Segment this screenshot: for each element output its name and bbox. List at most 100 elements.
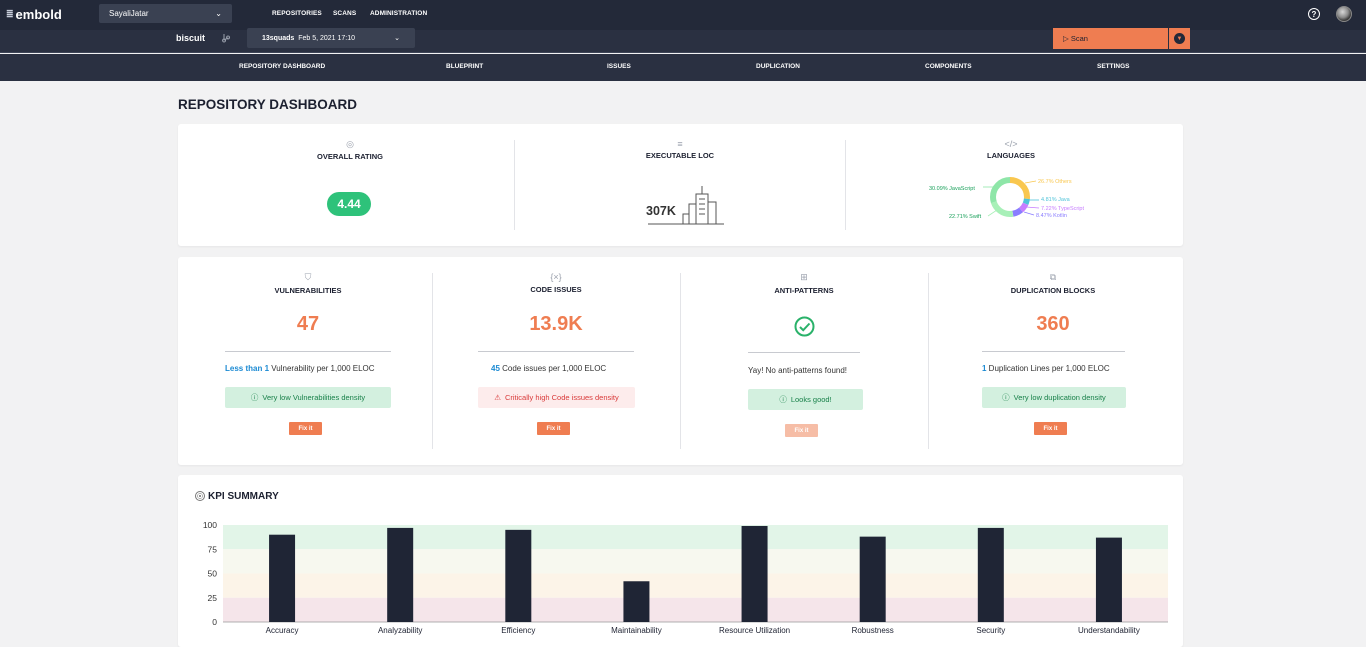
x-tick-label: Security xyxy=(976,626,1005,635)
divider xyxy=(432,273,433,449)
x-tick-label: Efficiency xyxy=(501,626,535,635)
copy-icon: ⧉ xyxy=(1049,272,1057,282)
kpi-bar xyxy=(741,525,768,622)
tab-bar xyxy=(0,54,1366,81)
y-tick-label: 100 xyxy=(203,520,217,530)
warning-icon: ⚠ xyxy=(494,393,501,402)
kpi-bar xyxy=(387,527,414,622)
y-tick-label: 0 xyxy=(212,617,217,627)
x-tick-label: Resource Utilization xyxy=(719,626,790,635)
divider xyxy=(514,140,515,230)
overall-rating-badge[interactable]: 4.44 xyxy=(327,192,371,216)
check-circle-icon xyxy=(794,316,815,337)
kpi-bar xyxy=(977,527,1004,622)
scan-select[interactable]: 13squads Feb 5, 2021 17:10 ⌄ xyxy=(247,28,415,48)
x-tick-label: Accuracy xyxy=(266,626,299,635)
vulnerabilities-status-badge: ⓘ Very low Vulnerabilities density xyxy=(225,387,391,408)
vulnerabilities-value[interactable]: 47 xyxy=(258,313,358,336)
kpi-summary-title: KPI SUMMARY xyxy=(208,491,279,502)
vulnerabilities-density-text: Vulnerability per 1,000 ELOC xyxy=(269,364,375,373)
chevron-down-icon: ⌄ xyxy=(215,9,222,18)
scan-options-button[interactable]: ▼ xyxy=(1169,28,1190,49)
duplication-blocks-title: DUPLICATION BLOCKS xyxy=(1010,286,1096,295)
code-issues-value[interactable]: 13.9K xyxy=(496,313,616,336)
duplication-fix-button[interactable]: Fix it xyxy=(1034,422,1067,435)
duplication-badge-label: Very low duplication density xyxy=(1013,393,1106,402)
chevron-down-icon: ⌄ xyxy=(394,35,400,42)
repo-icon[interactable] xyxy=(221,33,231,43)
vulnerabilities-fix-button[interactable]: Fix it xyxy=(289,422,322,435)
code-issues-density-text: Code issues per 1,000 ELOC xyxy=(499,364,607,373)
code-issues-badge-label: Critically high Code issues density xyxy=(504,393,619,402)
vulnerabilities-density-value: Less than 1 xyxy=(225,364,270,373)
anti-patterns-status-badge: ⓘ Looks good! xyxy=(748,389,863,410)
donut-leader-line xyxy=(1025,206,1040,209)
y-tick-label: 75 xyxy=(208,544,218,554)
tab-settings[interactable]: SETTINGS xyxy=(1097,63,1130,70)
nav-scans[interactable]: SCANS xyxy=(333,10,356,17)
languages-title: LANGUAGES xyxy=(987,151,1035,160)
vulnerabilities-title: VULNERABILITIES xyxy=(274,286,342,295)
donut-label: 22.71% Swift xyxy=(949,214,982,220)
anti-patterns-badge-label: Looks good! xyxy=(790,395,832,404)
logo-icon: ≣ xyxy=(6,9,14,19)
tab-blueprint[interactable]: BLUEPRINT xyxy=(446,63,483,70)
tab-duplication[interactable]: DUPLICATION xyxy=(756,63,800,70)
avatar[interactable] xyxy=(1336,6,1352,22)
help-icon[interactable]: ? xyxy=(1308,8,1320,20)
code-issues-fix-button[interactable]: Fix it xyxy=(537,422,570,435)
info-icon: ⓘ xyxy=(779,395,787,404)
duplication-density-text: Duplication Lines per 1,000 ELOC xyxy=(986,364,1110,373)
x-tick-label: Robustness xyxy=(852,626,894,635)
info-icon: ⓘ xyxy=(1002,393,1010,402)
top-bar: ≣ embold SayaliJatar ⌄ REPOSITORIES SCANS … xyxy=(0,0,1366,30)
scan-project: 13squads xyxy=(262,34,295,42)
kpi-bar xyxy=(269,534,296,622)
y-tick-label: 50 xyxy=(208,569,218,579)
embold-logo[interactable]: ≣ embold xyxy=(6,7,62,22)
chart-band xyxy=(223,525,1168,550)
donut-leader-line xyxy=(1023,211,1035,216)
nav-repositories[interactable]: REPOSITORIES xyxy=(272,10,322,17)
divider xyxy=(680,273,681,449)
divider xyxy=(845,140,846,230)
vulnerabilities-badge-label: Very low Vulnerabilities density xyxy=(262,393,366,402)
divider xyxy=(748,352,860,353)
duplication-blocks-value[interactable]: 360 xyxy=(1003,313,1103,336)
divider xyxy=(928,273,929,449)
play-icon: ▷ xyxy=(1063,34,1069,43)
y-tick-label: 25 xyxy=(208,593,218,603)
divider xyxy=(225,351,391,352)
chevron-down-icon: ▼ xyxy=(1174,33,1185,44)
tab-issues[interactable]: ISSUES xyxy=(607,63,631,70)
pattern-grid-icon: ⊞ xyxy=(800,272,808,282)
info-icon: ⓘ xyxy=(250,393,259,402)
tab-repository-dashboard[interactable]: REPOSITORY DASHBOARD xyxy=(239,63,325,70)
code-icon: </> xyxy=(1004,139,1018,149)
anti-patterns-fix-button[interactable]: Fix it xyxy=(785,424,818,437)
code-issues-title: CODE ISSUES xyxy=(530,285,582,294)
kpi-bar-chart: 100 75 50 25 0 Accuracy Analyzability Efficienc… xyxy=(203,520,1168,635)
code-issues-status-badge: ⚠ Critically high Code issues density xyxy=(478,387,635,408)
nav-administration[interactable]: ADMINISTRATION xyxy=(370,10,427,17)
kpi-bar xyxy=(623,581,650,622)
code-braces-icon: {×} xyxy=(550,272,562,282)
donut-label: 4.81% Java xyxy=(1041,197,1071,203)
donut-label: 26.7% Others xyxy=(1038,179,1072,185)
overall-rating-title: OVERALL RATING xyxy=(317,152,383,161)
divider xyxy=(982,351,1125,352)
anti-patterns-density-text: Yay! No anti-patterns found! xyxy=(748,366,848,375)
languages-donut-chart[interactable]: 30.09% JavaScript 26.7% Others 4.81% Java 7… xyxy=(926,172,1096,227)
kpi-bar xyxy=(1095,537,1122,622)
target-icon xyxy=(195,491,205,501)
tab-components[interactable]: COMPONENTS xyxy=(925,63,972,70)
shield-icon: ⛉ xyxy=(304,272,312,282)
scan-button[interactable]: ▷ Scan xyxy=(1053,28,1168,49)
repo-name: biscuit xyxy=(176,33,206,43)
user-select[interactable]: SayaliJatar ⌄ xyxy=(99,4,232,23)
kpi-bar xyxy=(859,536,886,622)
anti-patterns-title: ANTI-PATTERNS xyxy=(774,286,834,295)
scan-button-label: Scan xyxy=(1070,34,1088,43)
donut-label: 8.47% Kotlin xyxy=(1036,213,1067,219)
chart-band xyxy=(223,597,1168,622)
